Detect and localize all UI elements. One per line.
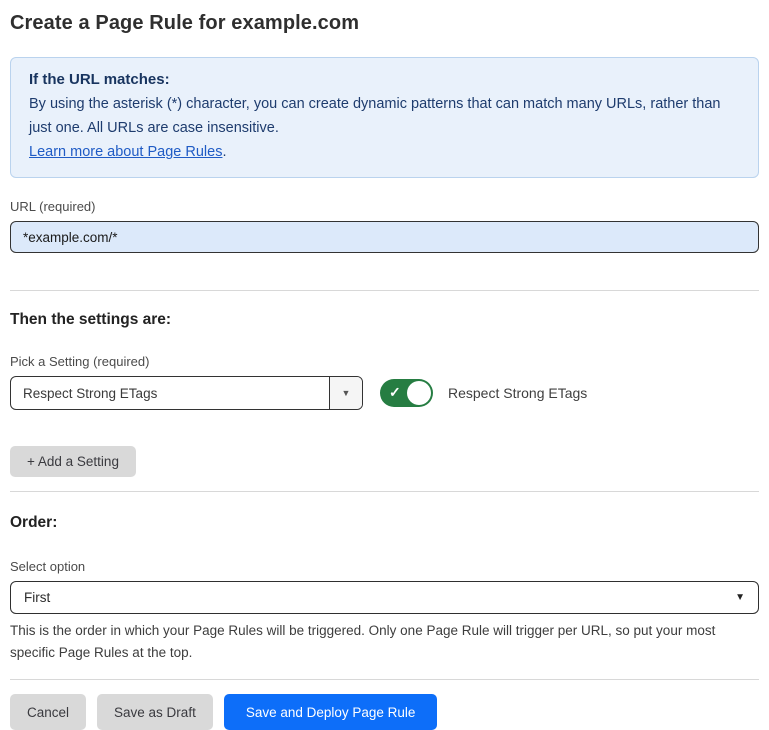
link-suffix: . <box>222 144 226 160</box>
cancel-button[interactable]: Cancel <box>10 694 86 730</box>
order-select-label: Select option <box>10 559 759 574</box>
settings-section-heading: Then the settings are: <box>10 311 759 329</box>
divider <box>10 491 759 492</box>
toggle-label: Respect Strong ETags <box>448 385 587 401</box>
order-section-heading: Order: <box>10 514 759 532</box>
setting-select-arrow[interactable]: ▼ <box>329 377 362 409</box>
add-setting-button[interactable]: + Add a Setting <box>10 446 136 477</box>
url-input[interactable] <box>10 221 759 253</box>
page-title: Create a Page Rule for example.com <box>10 12 759 35</box>
info-box-heading: If the URL matches: <box>29 68 740 92</box>
setting-row: Respect Strong ETags ▼ ✓ Respect Strong … <box>10 376 759 410</box>
setting-select[interactable]: Respect Strong ETags ▼ <box>10 376 363 410</box>
divider <box>10 290 759 291</box>
url-field-label: URL (required) <box>10 199 759 214</box>
learn-more-link[interactable]: Learn more about Page Rules <box>29 144 222 160</box>
info-box-body: By using the asterisk (*) character, you… <box>29 92 740 140</box>
page-rule-form: Create a Page Rule for example.com If th… <box>0 0 769 730</box>
divider <box>10 679 759 680</box>
url-matches-info-box: If the URL matches: By using the asteris… <box>10 57 759 178</box>
info-box-link-line: Learn more about Page Rules. <box>29 140 740 164</box>
footer-actions: Cancel Save as Draft Save and Deploy Pag… <box>10 694 759 730</box>
check-icon: ✓ <box>389 384 401 401</box>
setting-toggle[interactable]: ✓ <box>380 379 433 407</box>
order-select-value: First <box>24 590 50 605</box>
order-help-text: This is the order in which your Page Rul… <box>10 620 759 664</box>
pick-setting-label: Pick a Setting (required) <box>10 354 759 369</box>
caret-down-icon: ▼ <box>735 592 745 603</box>
toggle-knob <box>407 381 431 405</box>
order-select[interactable]: First ▼ <box>10 581 759 614</box>
save-draft-button[interactable]: Save as Draft <box>97 694 213 730</box>
caret-down-icon: ▼ <box>342 388 351 398</box>
save-deploy-button[interactable]: Save and Deploy Page Rule <box>224 694 438 730</box>
setting-select-value: Respect Strong ETags <box>11 377 329 409</box>
